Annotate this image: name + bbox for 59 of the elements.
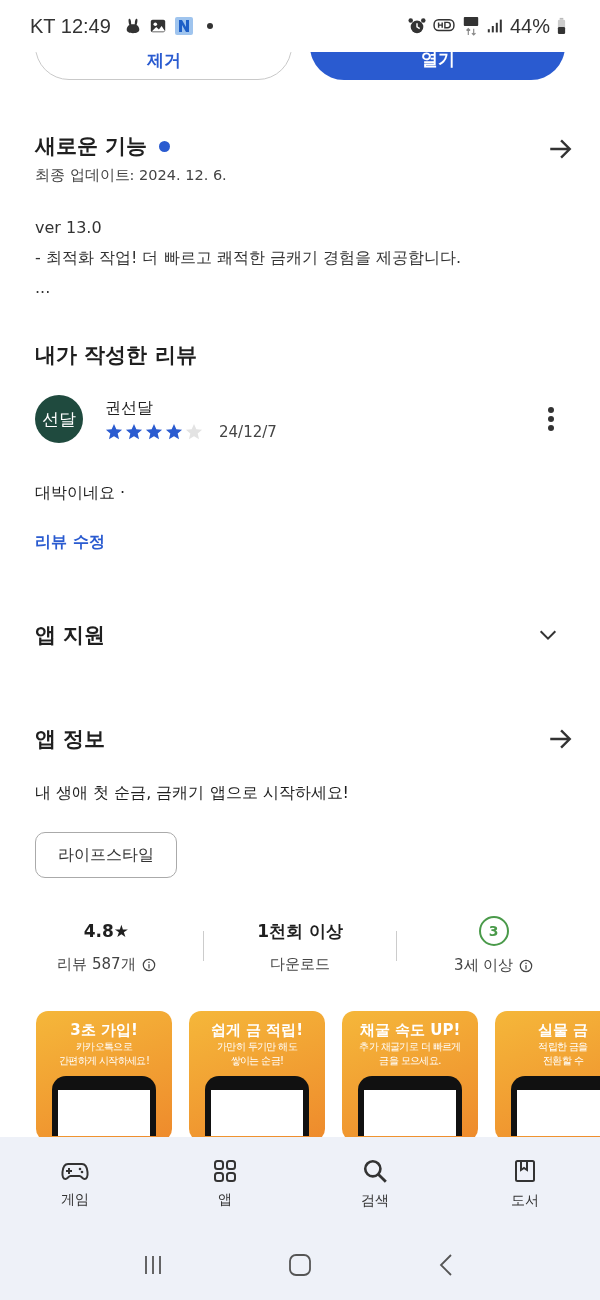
apps-grid-icon xyxy=(213,1158,237,1183)
stat-label: 3세 이상 xyxy=(454,956,514,975)
signal-icon xyxy=(486,17,503,35)
review-date: 24/12/7 xyxy=(219,422,277,441)
star-icon xyxy=(185,422,203,441)
alarm-icon xyxy=(407,17,426,35)
info-icon[interactable] xyxy=(141,957,156,972)
notification-dot-icon xyxy=(206,23,213,29)
star-icon xyxy=(105,422,123,441)
screenshot-title: 3초 가입! xyxy=(70,1021,138,1040)
screenshot-title: 쉽게 금 적립! xyxy=(210,1021,304,1040)
screenshot-caption: 카카오톡으로 xyxy=(75,1040,133,1054)
info-icon[interactable] xyxy=(519,958,534,973)
search-icon xyxy=(362,1157,388,1184)
download-count: 1천회 이상 xyxy=(257,919,343,943)
avatar: 선달 xyxy=(35,395,83,443)
nav-tab[interactable]: 검색 xyxy=(330,1157,420,1210)
screenshot-caption: 가만히 두기만 해도 xyxy=(216,1040,298,1054)
update-date: 최종 업데이트: 2024. 12. 6. xyxy=(35,166,227,185)
nav-tab[interactable]: 앱 xyxy=(180,1158,270,1209)
nav-tab[interactable]: 도서 xyxy=(480,1157,570,1210)
section-title: 새로운 기능 xyxy=(35,133,148,160)
section-title: 앱 정보 xyxy=(35,726,106,753)
app-icon xyxy=(173,16,194,36)
stat-label: 다운로드 xyxy=(270,955,330,974)
edit-review-link[interactable]: 리뷰 수정 xyxy=(35,532,105,553)
status-time: KT 12:49 xyxy=(30,14,111,38)
home-icon[interactable] xyxy=(288,1253,312,1277)
category-chip[interactable]: 라이프스타일 xyxy=(35,832,177,878)
screenshot-title: 실물 금 xyxy=(537,1021,589,1040)
screenshot-caption: 전환할 수 xyxy=(542,1054,584,1068)
release-note: ver 13.0 xyxy=(35,217,103,239)
age-rating-badge: 3 xyxy=(478,916,509,946)
nav-tab[interactable]: 게임 xyxy=(30,1158,120,1209)
screenshot-caption: 금을 모으세요. xyxy=(379,1054,441,1068)
uninstall-button[interactable]: 제거 xyxy=(35,52,292,80)
screenshot-caption: 쌓이는 순금! xyxy=(230,1054,284,1068)
review-text: 대박이네요 · xyxy=(35,483,127,504)
screenshot-caption: 추가 채굴기로 더 빠르게 xyxy=(359,1040,461,1054)
release-note: - 최적화 작업! 더 빠르고 쾌적한 금캐기 경험을 제공합니다. xyxy=(35,247,462,269)
app-description: 내 생애 첫 순금, 금캐기 앱으로 시작하세요! xyxy=(35,783,350,804)
image-icon xyxy=(148,17,167,35)
open-button[interactable]: 열기 xyxy=(310,52,565,80)
screenshot-title: 채굴 속도 UP! xyxy=(359,1021,461,1040)
reviewer-name: 권선달 xyxy=(105,397,154,419)
section-title: 앱 지원 xyxy=(35,622,106,649)
battery-level: 44% xyxy=(509,14,550,38)
stat-label: 리뷰 587개 xyxy=(57,955,136,974)
bookmark-book-icon xyxy=(513,1157,537,1184)
more-options-icon[interactable] xyxy=(547,406,555,432)
section-title: 내가 작성한 리뷰 xyxy=(35,342,198,369)
star-icon xyxy=(165,422,183,441)
screenshot-caption: 적립한 금을 xyxy=(538,1040,588,1054)
rating-value: 4.8★ xyxy=(83,920,129,943)
star-icon xyxy=(145,422,163,441)
screenshot-caption: 간편하게 시작하세요! xyxy=(58,1054,150,1068)
star-icon xyxy=(125,422,143,441)
release-note: ... xyxy=(35,277,52,299)
battery-icon xyxy=(557,17,566,35)
